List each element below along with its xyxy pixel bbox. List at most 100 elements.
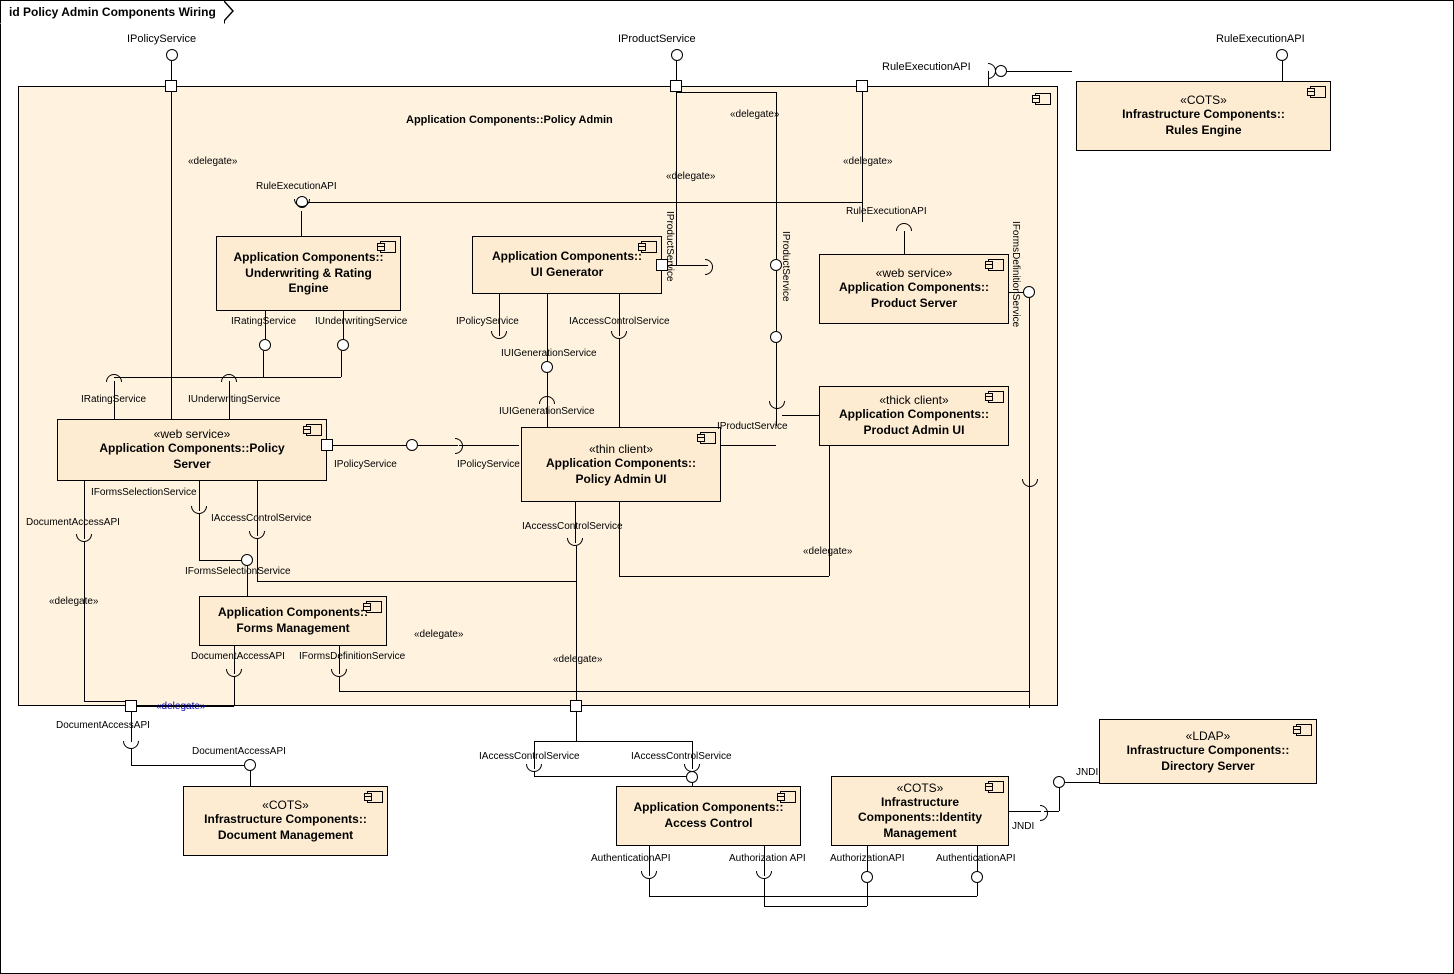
label-docaccess-fm: DocumentAccessAPI: [191, 651, 285, 662]
label-iformssel-1: IFormsSelectionService: [91, 487, 197, 498]
label-iproduct-ps-vert: IProductService: [780, 231, 791, 302]
comp-ui-generator: Application Components:: UI Generator: [472, 236, 662, 294]
comp-access-control: Application Components:: Access Control: [616, 786, 801, 846]
delegate-5: «delegate»: [49, 596, 99, 607]
delegate-7: «delegate»: [414, 629, 464, 640]
socket-jndi: [1040, 805, 1048, 821]
delegate-2: «delegate»: [666, 171, 716, 182]
comp-identity-mgmt: «COTS» Infrastructure Components::Identi…: [831, 776, 1009, 846]
component-icon: [1310, 86, 1326, 98]
socket-docaccess-out: [123, 741, 139, 749]
ball-iproduct-mid: [770, 331, 782, 343]
label-iformssel-2: IFormsSelectionService: [185, 566, 291, 577]
comp-product-admin-ui: «thick client» Application Components:: …: [819, 386, 1009, 446]
label-docaccess-dm: DocumentAccessAPI: [192, 746, 286, 757]
delegate-6: «delegate»: [156, 701, 206, 712]
component-icon: [988, 391, 1004, 403]
diagram-title-tab: id Policy Admin Components Wiring: [0, 0, 225, 24]
label-jndi-ds: JNDI: [1076, 767, 1098, 778]
ball-ipolicy-top: [166, 49, 178, 61]
comp-directory-server: «LDAP» Infrastructure Components:: Direc…: [1099, 719, 1317, 784]
label-ipolicy-top: IPolicyService: [127, 33, 196, 45]
ball-ipolicy-ps: [406, 439, 418, 451]
ball-authapi-im: [971, 871, 983, 883]
label-iproduct-paui: IProductService: [717, 421, 788, 432]
delegate-9: «delegate»: [803, 546, 853, 557]
label-ipolicy-uigen: IPolicyService: [456, 316, 519, 327]
label-iformsdef-fm: IFormsDefinitionService: [299, 651, 405, 662]
component-icon: [1296, 724, 1312, 736]
diagram-canvas: id Policy Admin Components Wiring Applic…: [0, 0, 1454, 974]
label-ipolicy-ps: IPolicyService: [334, 459, 397, 470]
label-iaccess-uigen: IAccessControlService: [569, 316, 670, 327]
component-icon: [780, 791, 796, 803]
label-docaccess-ps: DocumentAccessAPI: [26, 517, 120, 528]
label-jndi-im: JNDI: [1012, 821, 1034, 832]
delegate-4: «delegate»: [843, 156, 893, 167]
comp-forms-mgmt: Application Components:: Forms Managemen…: [199, 596, 387, 646]
comp-policy-server: «web service» Application Components::Po…: [57, 419, 327, 481]
label-iaccess-ps: IAccessControlService: [211, 513, 312, 524]
port-docaccess-out: [125, 700, 137, 712]
label-iaccess-paui: IAccessControlService: [522, 521, 623, 532]
ball-authzapi-im: [861, 871, 873, 883]
component-icon: [380, 241, 396, 253]
label-iunderwriting-2: IUnderwritingService: [188, 394, 280, 405]
ball-ruleexec-right: [1276, 49, 1288, 61]
port-iproduct: [670, 80, 682, 92]
label-iunderwriting-1: IUnderwritingService: [315, 316, 407, 327]
comp-product-server: «web service» Application Components:: P…: [819, 254, 1009, 324]
frame-title: Application Components::Policy Admin: [406, 114, 613, 126]
label-ruleexec-top: RuleExecutionAPI: [882, 61, 971, 73]
port-ruleexec: [856, 80, 868, 92]
label-iuigen-1: IUIGenerationService: [501, 348, 597, 359]
socket-iaccess-out-l: [526, 764, 542, 772]
component-icon: [366, 601, 382, 613]
label-authapi-im: AuthenticationAPI: [936, 853, 1016, 864]
delegate-8: «delegate»: [553, 654, 603, 665]
diagram-title: id Policy Admin Components Wiring: [9, 5, 216, 19]
component-icon: [1035, 93, 1051, 105]
label-authzapi-ac: Authorization API: [729, 853, 806, 864]
port-ipolicy: [165, 80, 177, 92]
ball-iunderwriting: [337, 339, 349, 351]
label-docaccess-out: DocumentAccessAPI: [56, 720, 150, 731]
comp-rules-engine: «COTS» Infrastructure Components:: Rules…: [1076, 81, 1331, 151]
ball-irating: [259, 339, 271, 351]
label-ruleexec-uw: RuleExecutionAPI: [256, 181, 337, 192]
comp-doc-mgmt: «COTS» Infrastructure Components:: Docum…: [183, 786, 388, 856]
ball-jndi: [1053, 776, 1065, 788]
component-icon: [641, 241, 657, 253]
port-iaccess-out: [570, 700, 582, 712]
socket-authapi-ac: [641, 871, 657, 879]
label-iformsdef-vert: IFormsDefinitionService: [1010, 221, 1021, 327]
component-icon: [306, 424, 322, 436]
component-icon: [988, 259, 1004, 271]
label-ipolicy-paui: IPolicyService: [457, 459, 520, 470]
label-ruleexec-right: RuleExecutionAPI: [1216, 33, 1305, 45]
component-icon: [988, 781, 1004, 793]
port-ipolicy-ps: [321, 439, 333, 451]
ball-iformssel: [241, 554, 253, 566]
ball-iproduct-top: [671, 49, 683, 61]
label-iproduct-vert: IProductService: [664, 211, 675, 282]
component-icon: [700, 432, 716, 444]
label-iproduct-top: IProductService: [618, 33, 696, 45]
comp-policy-admin-ui: «thin client» Application Components:: P…: [521, 427, 721, 502]
label-iaccess-out-l: IAccessControlService: [479, 751, 580, 762]
label-irating-2: IRatingService: [81, 394, 146, 405]
label-authapi-ac: AuthenticationAPI: [591, 853, 671, 864]
ball-iuigen: [541, 361, 553, 373]
ball-ruleexec-top: [995, 65, 1007, 77]
delegate-1: «delegate»: [188, 156, 238, 167]
component-icon: [367, 791, 383, 803]
socket-authzapi-ac: [756, 871, 772, 879]
label-ruleexec-ps: RuleExecutionAPI: [846, 206, 927, 217]
ball-iaccess-ac: [686, 771, 698, 783]
label-irating-1: IRatingService: [231, 316, 296, 327]
ball-iformsdef: [1023, 286, 1035, 298]
label-authzapi-im: AuthorizationAPI: [830, 853, 905, 864]
delegate-3: «delegate»: [730, 109, 780, 120]
ball-docaccess-dm: [244, 759, 256, 771]
label-iuigen-2: IUIGenerationService: [499, 406, 595, 417]
